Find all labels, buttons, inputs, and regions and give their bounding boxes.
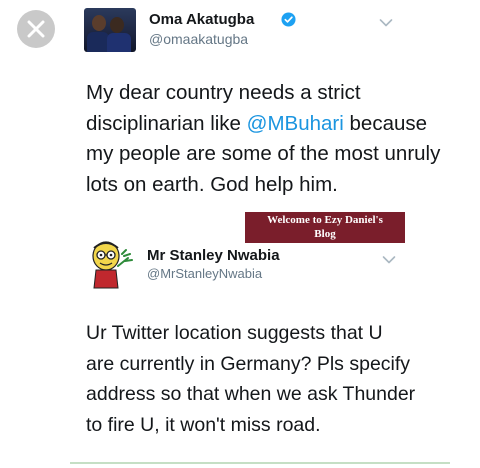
reply-author-handle[interactable]: @MrStanleyNwabia [147, 266, 262, 281]
watermark-line-1: Welcome to Ezy Daniel's [267, 214, 383, 226]
watermark-line-2: Blog [314, 228, 336, 240]
mention-link[interactable]: @MBuhari [247, 112, 344, 135]
reply-author-name[interactable]: Mr Stanley Nwabia [147, 247, 280, 264]
author-avatar[interactable] [84, 8, 136, 52]
author-handle[interactable]: @omaakatugba [149, 31, 248, 47]
close-button[interactable] [17, 10, 55, 48]
reply-menu-chevron-down-icon[interactable] [382, 255, 396, 265]
divider [70, 462, 450, 464]
cartoon-avatar-icon [92, 241, 133, 289]
reply-text: Ur Twitter location suggests that U are … [86, 322, 416, 436]
close-icon [27, 20, 45, 38]
reply-author-avatar[interactable] [84, 236, 140, 292]
watermark-banner: Welcome to Ezy Daniel's Blog [245, 212, 405, 243]
tweet-menu-chevron-down-icon[interactable] [379, 18, 393, 28]
author-name[interactable]: Oma Akatugba [149, 11, 254, 28]
tweet-text: My dear country needs a strict disciplin… [86, 78, 446, 200]
verified-badge-icon [281, 12, 296, 27]
